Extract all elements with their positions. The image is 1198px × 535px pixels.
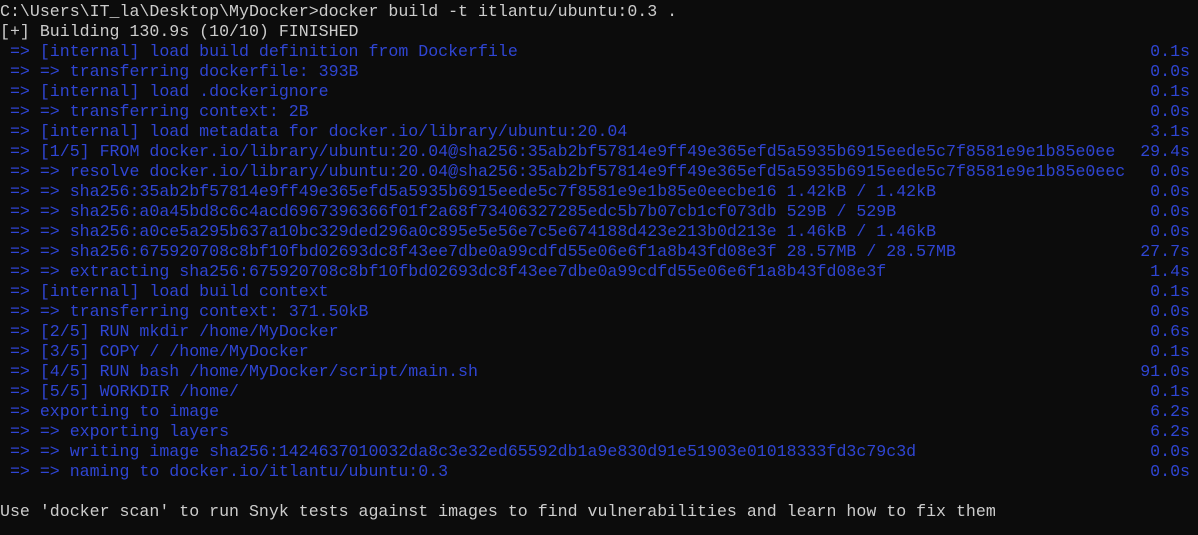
build-step-text: => [internal] load build context xyxy=(0,282,329,301)
build-step-text: => => exporting layers xyxy=(0,422,230,441)
build-step-time: 0.1s xyxy=(1150,42,1190,61)
build-step-text: => [internal] load build definition from… xyxy=(0,42,518,61)
build-step-text: => => transferring dockerfile: 393B xyxy=(0,62,359,81)
build-step: => => sha256:675920708c8bf10fbd02693dc8f… xyxy=(0,242,1190,262)
build-step: => => naming to docker.io/itlantu/ubuntu… xyxy=(0,462,1190,482)
build-step: => => exporting layers 6.2s xyxy=(0,422,1190,442)
build-step-text: => [3/5] COPY / /home/MyDocker xyxy=(0,342,309,361)
build-step: => exporting to image 6.2s xyxy=(0,402,1190,422)
build-step-time: 0.0s xyxy=(1150,442,1190,461)
scan-hint: Use 'docker scan' to run Snyk tests agai… xyxy=(0,502,996,521)
build-step-time: 1.4s xyxy=(1150,262,1190,281)
build-step-time: 0.0s xyxy=(1150,162,1190,181)
build-step-time: 0.0s xyxy=(1150,102,1190,121)
build-step-text: => => sha256:a0ce5a295b637a10bc329ded296… xyxy=(0,222,937,241)
build-step: => => resolve docker.io/library/ubuntu:2… xyxy=(0,162,1190,182)
build-step: => [3/5] COPY / /home/MyDocker 0.1s xyxy=(0,342,1190,362)
build-step-time: 3.1s xyxy=(1150,122,1190,141)
build-step-time: 0.0s xyxy=(1150,222,1190,241)
build-step-time: 0.1s xyxy=(1150,82,1190,101)
build-step-text: => [1/5] FROM docker.io/library/ubuntu:2… xyxy=(0,142,1116,161)
build-step: => [internal] load metadata for docker.i… xyxy=(0,122,1190,142)
build-step-text: => => sha256:a0a45bd8c6c4acd6967396366f0… xyxy=(0,202,897,221)
build-step-time: 0.6s xyxy=(1150,322,1190,341)
build-step-text: => => naming to docker.io/itlantu/ubuntu… xyxy=(0,462,449,481)
build-step-text: => => sha256:675920708c8bf10fbd02693dc8f… xyxy=(0,242,956,261)
build-status: [+] Building 130.9s (10/10) FINISHED xyxy=(0,22,359,41)
build-step: => => transferring context: 2B 0.0s xyxy=(0,102,1190,122)
build-step-time: 0.0s xyxy=(1150,182,1190,201)
build-step-time: 0.1s xyxy=(1150,282,1190,301)
build-step-text: => => resolve docker.io/library/ubuntu:2… xyxy=(0,162,1126,181)
build-step-time: 91.0s xyxy=(1140,362,1190,381)
build-step: => [internal] load build definition from… xyxy=(0,42,1190,62)
build-step-text: => => writing image sha256:1424637010032… xyxy=(0,442,917,461)
build-step-time: 29.4s xyxy=(1140,142,1190,161)
build-step-text: => [2/5] RUN mkdir /home/MyDocker xyxy=(0,322,339,341)
build-step-text: => exporting to image xyxy=(0,402,220,421)
build-step: => => transferring dockerfile: 393B 0.0s xyxy=(0,62,1190,82)
build-step: => => transferring context: 371.50kB 0.0s xyxy=(0,302,1190,322)
build-step: => [1/5] FROM docker.io/library/ubuntu:2… xyxy=(0,142,1190,162)
build-step: => => extracting sha256:675920708c8bf10f… xyxy=(0,262,1190,282)
build-step: => => sha256:a0a45bd8c6c4acd6967396366f0… xyxy=(0,202,1190,222)
build-step-time: 0.0s xyxy=(1150,202,1190,221)
build-step-text: => => sha256:35ab2bf57814e9ff49e365efd5a… xyxy=(0,182,937,201)
build-step-text: => [4/5] RUN bash /home/MyDocker/script/… xyxy=(0,362,478,381)
build-step-time: 0.1s xyxy=(1150,382,1190,401)
build-step: => [internal] load build context 0.1s xyxy=(0,282,1190,302)
command-line: C:\Users\IT_la\Desktop\MyDocker>docker b… xyxy=(0,2,678,21)
build-step: => => writing image sha256:1424637010032… xyxy=(0,442,1190,462)
build-step-text: => [internal] load .dockerignore xyxy=(0,82,329,101)
build-step: => [4/5] RUN bash /home/MyDocker/script/… xyxy=(0,362,1190,382)
build-step-time: 6.2s xyxy=(1150,422,1190,441)
build-step-text: => => transferring context: 2B xyxy=(0,102,309,121)
build-step-text: => [internal] load metadata for docker.i… xyxy=(0,122,628,141)
build-step-time: 6.2s xyxy=(1150,402,1190,421)
build-step-text: => => transferring context: 371.50kB xyxy=(0,302,369,321)
build-step-time: 0.0s xyxy=(1150,302,1190,321)
build-step: => => sha256:a0ce5a295b637a10bc329ded296… xyxy=(0,222,1190,242)
build-step: => => sha256:35ab2bf57814e9ff49e365efd5a… xyxy=(0,182,1190,202)
build-step: => [5/5] WORKDIR /home/0.1s xyxy=(0,382,1190,402)
build-step: => [internal] load .dockerignore 0.1s xyxy=(0,82,1190,102)
build-step-time: 0.1s xyxy=(1150,342,1190,361)
build-step-text: => [5/5] WORKDIR /home/ xyxy=(0,382,239,401)
build-step: => [2/5] RUN mkdir /home/MyDocker 0.6s xyxy=(0,322,1190,342)
build-step-time: 27.7s xyxy=(1140,242,1190,261)
build-step-time: 0.0s xyxy=(1150,62,1190,81)
build-step-time: 0.0s xyxy=(1150,462,1190,481)
build-step-text: => => extracting sha256:675920708c8bf10f… xyxy=(0,262,887,281)
